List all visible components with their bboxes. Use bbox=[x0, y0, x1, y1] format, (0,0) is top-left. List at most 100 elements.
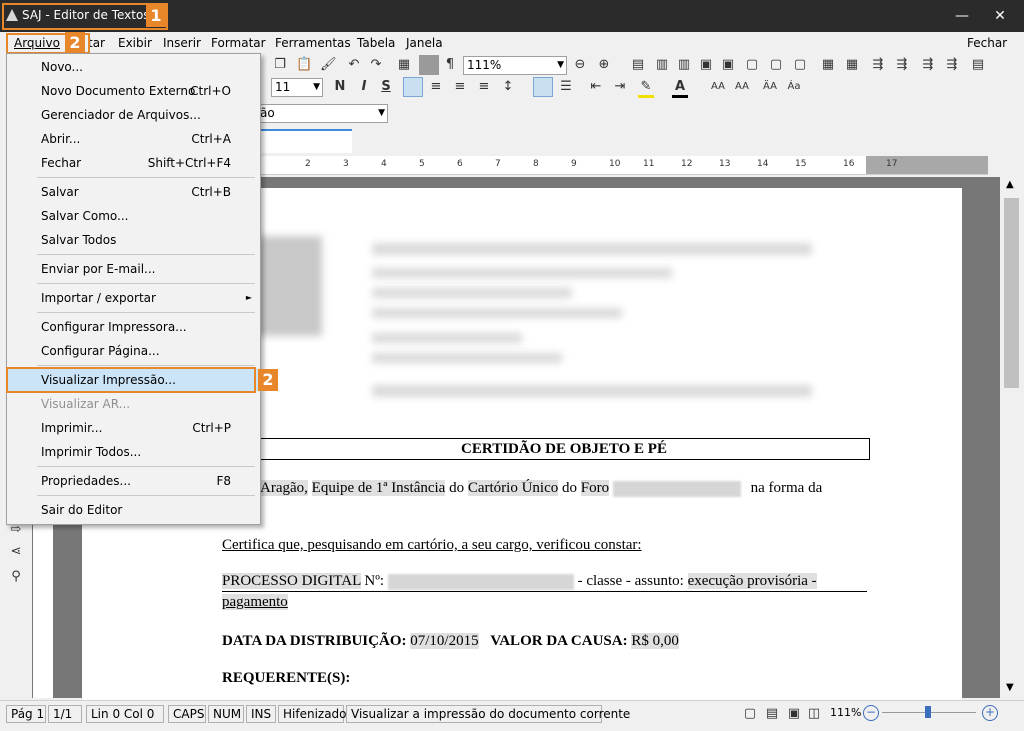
minimize-icon[interactable]: — bbox=[950, 6, 974, 26]
align-left-icon[interactable] bbox=[403, 77, 423, 97]
cell-icon-2[interactable]: ▢ bbox=[768, 57, 784, 73]
undo-icon[interactable]: ↶ bbox=[346, 57, 362, 73]
field-text: 07/10/2015 bbox=[410, 633, 479, 649]
two-pages-icon[interactable]: ◫ bbox=[806, 706, 822, 722]
zoom-out-icon[interactable]: ⊖ bbox=[572, 57, 588, 73]
document-tab[interactable] bbox=[258, 129, 352, 153]
menu-item-label: Novo Documento Externo bbox=[41, 84, 196, 98]
menu-ferramentas[interactable]: Ferramentas bbox=[275, 36, 351, 50]
justify-icon[interactable]: ≡ bbox=[476, 79, 492, 95]
change-case-icon-2[interactable]: Áa bbox=[786, 79, 802, 95]
menu-item-novo-externo[interactable]: Novo Documento Externo Ctrl+O bbox=[7, 80, 260, 102]
numbering-icon[interactable]: ☰ bbox=[558, 79, 574, 95]
merge-cell-icon[interactable]: ▣ bbox=[720, 57, 736, 73]
zoom-combo[interactable]: 111% ▼ bbox=[463, 56, 567, 75]
menu-item-fechar[interactable]: Fechar Shift+Ctrl+F4 bbox=[7, 152, 260, 174]
draft-view-icon[interactable]: ▤ bbox=[764, 706, 780, 722]
table-grid-icon[interactable]: ▤ bbox=[630, 57, 646, 73]
fechar-button[interactable]: Fechar bbox=[967, 36, 1007, 50]
close-icon[interactable]: ✕ bbox=[988, 6, 1012, 26]
indent-icon[interactable]: ⇥ bbox=[612, 79, 628, 95]
page-view-icon[interactable]: ▢ bbox=[742, 706, 758, 722]
line-spacing-icon[interactable]: ↕ bbox=[500, 79, 516, 95]
tree-icon-4[interactable]: ⇶ bbox=[944, 57, 960, 73]
grow-font-icon[interactable]: AA bbox=[710, 79, 726, 95]
paste-icon[interactable]: 📋 bbox=[296, 57, 312, 73]
align-center-icon[interactable]: ≡ bbox=[428, 79, 444, 95]
insert-row-icon[interactable]: ▥ bbox=[654, 57, 670, 73]
menu-inserir[interactable]: Inserir bbox=[163, 36, 201, 50]
menu-item-sair[interactable]: Sair do Editor bbox=[7, 499, 260, 521]
tree-icon[interactable]: ⇶ bbox=[870, 57, 886, 73]
copy-icon[interactable]: ❐ bbox=[272, 57, 288, 73]
font-size-combo[interactable]: 11 ▼ bbox=[271, 78, 323, 97]
change-case-icon[interactable]: ÄA bbox=[762, 79, 778, 95]
pin-icon[interactable]: ⚲ bbox=[8, 569, 24, 585]
shading-icon[interactable] bbox=[419, 55, 439, 75]
menu-item-salvar[interactable]: Salvar Ctrl+B bbox=[7, 181, 260, 203]
web-view-icon[interactable]: ▣ bbox=[786, 706, 802, 722]
outdent-icon[interactable]: ⇤ bbox=[588, 79, 604, 95]
menu-item-shortcut: Ctrl+O bbox=[190, 84, 231, 98]
zoom-plus-icon[interactable]: + bbox=[982, 705, 998, 721]
format-painter-icon[interactable]: 🖌 bbox=[320, 57, 337, 73]
status-zoom: 111% bbox=[830, 706, 862, 719]
menu-item-gerenciador[interactable]: Gerenciador de Arquivos... bbox=[7, 104, 260, 126]
menu-item-imprimir[interactable]: Imprimir... Ctrl+P bbox=[7, 417, 260, 439]
menu-item-novo[interactable]: Novo... bbox=[7, 56, 260, 78]
grid-icon[interactable]: ▦ bbox=[820, 57, 836, 73]
menu-tabela[interactable]: Tabela bbox=[357, 36, 395, 50]
scrollbar-thumb[interactable] bbox=[1004, 198, 1019, 388]
split-cell-icon[interactable]: ▣ bbox=[698, 57, 714, 73]
bold-icon[interactable]: N bbox=[332, 79, 348, 95]
zoom-minus-icon[interactable]: − bbox=[863, 705, 879, 721]
bullets-icon[interactable] bbox=[533, 77, 553, 97]
pilcrow-icon[interactable]: ¶ bbox=[442, 57, 458, 73]
underline-icon[interactable]: S bbox=[378, 79, 394, 95]
insert-col-icon[interactable]: ▥ bbox=[676, 57, 692, 73]
menu-item-propriedades[interactable]: Propriedades... F8 bbox=[7, 470, 260, 492]
callout-highlight-title bbox=[2, 3, 168, 30]
zoom-slider-thumb[interactable] bbox=[925, 706, 931, 718]
italic-icon[interactable]: I bbox=[356, 79, 372, 95]
menu-item-abrir[interactable]: Abrir... Ctrl+A bbox=[7, 128, 260, 150]
shrink-font-icon[interactable]: AA bbox=[734, 79, 750, 95]
redacted-header-line bbox=[372, 333, 522, 343]
highlight-color-icon[interactable]: ✎ bbox=[638, 79, 654, 98]
zoom-in-icon[interactable]: ⊕ bbox=[596, 57, 612, 73]
menu-separator bbox=[37, 283, 255, 284]
grid-icon-2[interactable]: ▦ bbox=[844, 57, 860, 73]
cell-icon[interactable]: ▢ bbox=[744, 57, 760, 73]
menu-item-label: Imprimir... bbox=[41, 421, 103, 435]
menu-item-label: Configurar Impressora... bbox=[41, 320, 187, 334]
menu-item-imprimir-todos[interactable]: Imprimir Todos... bbox=[7, 441, 260, 463]
menu-item-configurar-impressora[interactable]: Configurar Impressora... bbox=[7, 316, 260, 338]
menu-item-salvar-todos[interactable]: Salvar Todos bbox=[7, 229, 260, 251]
callout-highlight-visualizar bbox=[6, 367, 256, 393]
menu-item-enviar-email[interactable]: Enviar por E-mail... bbox=[7, 258, 260, 280]
menu-item-shortcut: F8 bbox=[216, 474, 231, 488]
tree-icon-2[interactable]: ⇶ bbox=[894, 57, 910, 73]
scroll-down-icon[interactable]: ▼ bbox=[1006, 682, 1014, 693]
ruler-tick: 4 bbox=[381, 159, 387, 169]
align-right-icon[interactable]: ≡ bbox=[452, 79, 468, 95]
menu-janela[interactable]: Janela bbox=[406, 36, 443, 50]
callout-two-menu: 2 bbox=[65, 32, 85, 54]
menu-exibir[interactable]: Exibir bbox=[118, 36, 152, 50]
ruler-tick: 9 bbox=[571, 159, 577, 169]
status-pages: 1/1 bbox=[48, 705, 82, 723]
font-color-icon[interactable]: A bbox=[672, 79, 688, 98]
scroll-up-icon[interactable]: ▲ bbox=[1006, 179, 1014, 190]
menu-item-configurar-pagina[interactable]: Configurar Página... bbox=[7, 340, 260, 362]
cell-icon-3[interactable]: ▢ bbox=[792, 57, 808, 73]
redo-icon[interactable]: ↷ bbox=[368, 57, 384, 73]
menu-item-salvar-como[interactable]: Salvar Como... bbox=[7, 205, 260, 227]
style-combo[interactable]: ão ▼ bbox=[256, 104, 388, 123]
menu-item-importar-exportar[interactable]: Importar / exportar ► bbox=[7, 287, 260, 309]
share-icon[interactable]: ⋖ bbox=[8, 544, 24, 560]
menu-editar[interactable]: tar bbox=[88, 36, 105, 50]
menu-formatar[interactable]: Formatar bbox=[211, 36, 266, 50]
table-icon[interactable]: ▦ bbox=[396, 57, 412, 73]
tree-icon-3[interactable]: ⇶ bbox=[920, 57, 936, 73]
more-icon[interactable]: ▤ bbox=[970, 57, 986, 73]
